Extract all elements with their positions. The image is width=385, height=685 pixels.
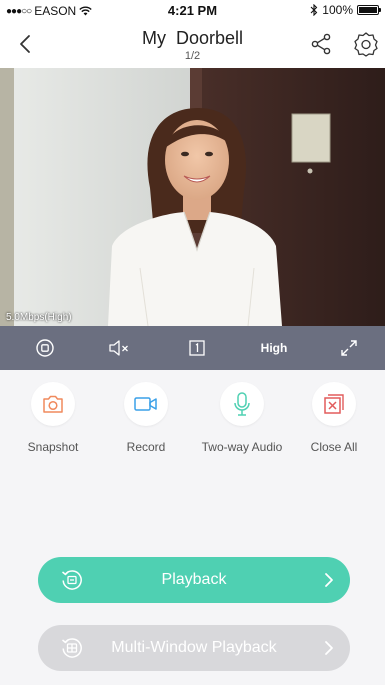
close-all-button[interactable]: Close All bbox=[286, 382, 382, 454]
action-row: Snapshot Record Two-way Audio Close All bbox=[0, 370, 385, 480]
multi-window-playback-button[interactable]: Multi-Window Playback bbox=[38, 625, 350, 671]
fullscreen-button[interactable] bbox=[338, 336, 360, 360]
chevron-right-icon bbox=[325, 641, 333, 655]
chevron-right-icon bbox=[325, 573, 333, 587]
close-all-label: Close All bbox=[310, 440, 358, 454]
record-circle bbox=[124, 382, 168, 426]
video-record-icon bbox=[134, 397, 157, 411]
close-all-icon bbox=[324, 394, 344, 414]
record-button[interactable]: Record bbox=[98, 382, 194, 454]
two-way-audio-label: Two-way Audio bbox=[201, 440, 283, 454]
bluetooth-icon bbox=[310, 4, 318, 16]
video-frame bbox=[0, 68, 385, 326]
record-label: Record bbox=[126, 440, 166, 454]
status-bar: ●●●○○ EASON 4:21 PM 100% bbox=[0, 0, 385, 22]
single-window-icon bbox=[189, 340, 205, 356]
snapshot-circle bbox=[31, 382, 75, 426]
gear-icon[interactable] bbox=[353, 31, 379, 57]
quality-label: High bbox=[260, 341, 288, 355]
status-right: 100% bbox=[310, 3, 381, 17]
speaker-muted-icon bbox=[109, 340, 128, 356]
nav-bar: My Doorbell 1/2 bbox=[0, 22, 385, 68]
live-video-feed[interactable] bbox=[0, 68, 385, 326]
video-control-bar: High bbox=[0, 326, 385, 370]
mute-button[interactable] bbox=[106, 336, 132, 360]
fullscreen-icon bbox=[341, 340, 357, 356]
microphone-icon bbox=[234, 392, 250, 416]
stop-icon bbox=[36, 339, 54, 357]
battery-icon bbox=[357, 5, 381, 15]
playback-button[interactable]: Playback bbox=[38, 557, 350, 603]
bitrate-label: 5.0Mbps(High) bbox=[6, 312, 72, 323]
snapshot-label: Snapshot bbox=[27, 440, 79, 454]
playback-label: Playback bbox=[161, 571, 227, 588]
snapshot-button[interactable]: Snapshot bbox=[5, 382, 101, 454]
playback-history-icon bbox=[62, 570, 82, 590]
close-all-circle bbox=[312, 382, 356, 426]
multi-window-playback-label: Multi-Window Playback bbox=[111, 639, 277, 656]
stop-button[interactable] bbox=[33, 336, 57, 360]
camera-icon bbox=[43, 395, 63, 413]
quality-button[interactable]: High bbox=[258, 336, 290, 360]
two-way-audio-button[interactable]: Two-way Audio bbox=[194, 382, 290, 454]
share-icon[interactable] bbox=[309, 32, 333, 56]
two-way-audio-circle bbox=[220, 382, 264, 426]
multi-window-history-icon bbox=[62, 638, 82, 658]
window-layout-button[interactable] bbox=[186, 336, 208, 360]
battery-percent: 100% bbox=[322, 3, 353, 17]
